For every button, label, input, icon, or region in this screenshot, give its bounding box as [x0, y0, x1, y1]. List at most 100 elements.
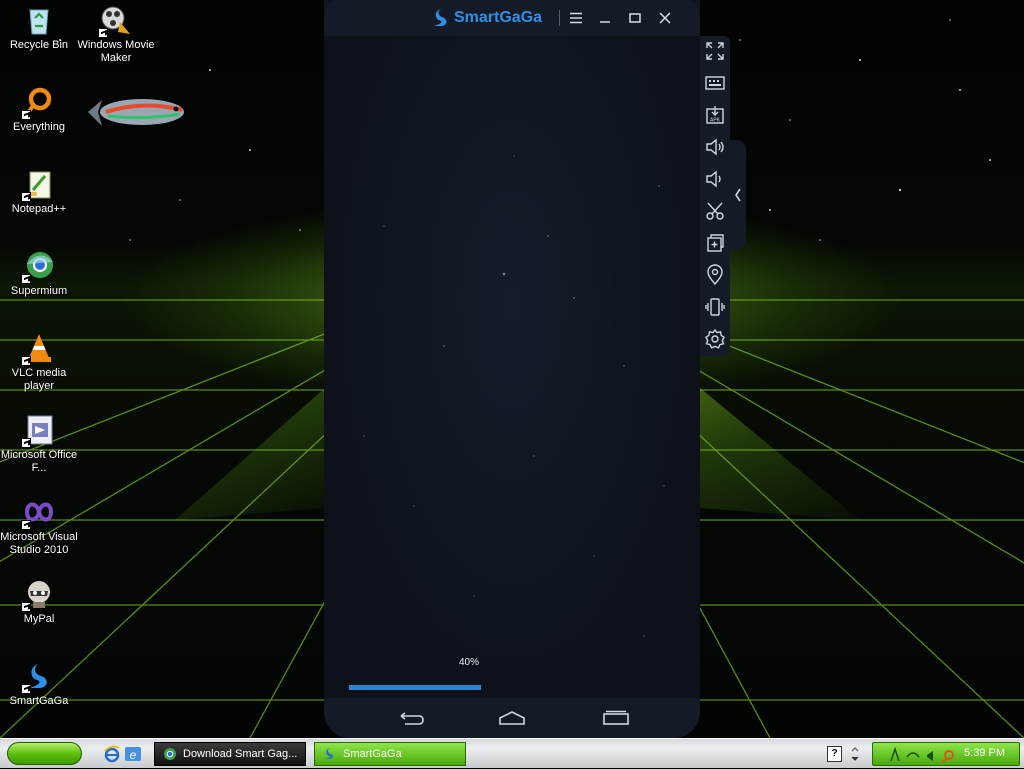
- emulator-logo: SmartGaGa: [432, 8, 542, 28]
- sidebar-collapse-tab[interactable]: [730, 140, 746, 250]
- desktop-icon-everything[interactable]: Everything: [0, 86, 78, 134]
- home-icon: [499, 711, 525, 725]
- office-document-icon: [21, 414, 55, 448]
- back-arrow-icon: [400, 712, 424, 725]
- android-navigation-bar: [324, 698, 700, 738]
- fullscreen-icon: [706, 42, 724, 60]
- keyboard-button[interactable]: [704, 72, 726, 94]
- taskbar-item-label: Download Smart Gag...: [183, 748, 298, 760]
- desktop-icon-microsoft-office[interactable]: Microsoft Office F...: [0, 414, 78, 475]
- gear-icon: [705, 328, 725, 349]
- recent-apps-icon: [603, 710, 629, 725]
- desktop-icon-mypal[interactable]: MyPal: [0, 578, 78, 626]
- svg-text:APK: APK: [710, 118, 721, 124]
- desktop-icon-windows-movie-maker[interactable]: Windows Movie Maker: [77, 4, 155, 65]
- emulator-title: SmartGaGa: [454, 9, 543, 26]
- desktop-icon-label: VLC media player: [11, 367, 67, 392]
- notepad-plus-plus-icon: [21, 168, 55, 202]
- install-apk-button[interactable]: APK: [704, 104, 726, 126]
- start-button[interactable]: [7, 742, 82, 765]
- mypal-raccoon-icon: [21, 578, 55, 612]
- fullscreen-button[interactable]: [704, 40, 726, 62]
- movie-maker-icon: [98, 4, 132, 38]
- smartgaga-logo-icon: [434, 9, 447, 26]
- recycle-bin-icon: [23, 4, 55, 36]
- shortcut-arrow-icon: [21, 438, 31, 448]
- browser-e-icon: e: [125, 747, 141, 762]
- system-tray: 5:39 PM: [872, 742, 1020, 766]
- emulator-titlebar[interactable]: SmartGaGa: [324, 0, 700, 36]
- system-clock[interactable]: 5:39 PM: [964, 747, 1005, 759]
- desktop-icon-smartgaga[interactable]: SmartGaGa: [0, 660, 78, 708]
- shake-button[interactable]: [704, 296, 726, 318]
- desktop-icon-label: Recycle Bin: [9, 39, 69, 51]
- home-button[interactable]: [497, 708, 527, 728]
- loading-progress-fill: [349, 685, 481, 690]
- settings-button[interactable]: [704, 328, 726, 350]
- titlebar-divider: [559, 10, 560, 26]
- loading-progress-bar: [349, 685, 679, 690]
- shortcut-arrow-icon: [98, 28, 108, 38]
- desktop-icon-vlc[interactable]: VLC media player: [0, 332, 78, 393]
- shortcut-arrow-icon: [21, 356, 31, 366]
- fish-image: [88, 99, 184, 126]
- desktop-icon-label: SmartGaGa: [9, 695, 69, 707]
- screenshot-button[interactable]: [704, 200, 726, 222]
- location-button[interactable]: [704, 264, 726, 286]
- shortcut-arrow-icon: [21, 684, 31, 694]
- help-icon[interactable]: ?: [827, 746, 842, 762]
- everything-search-icon: [21, 86, 55, 120]
- maximize-button[interactable]: [625, 8, 645, 28]
- shortcut-arrow-icon: [21, 274, 31, 284]
- hamburger-menu-icon: [570, 12, 582, 24]
- emulator-sidebar: APK: [700, 36, 730, 356]
- taskbar-item-label: SmartGaGa: [343, 748, 402, 760]
- maximize-icon: [629, 13, 641, 23]
- install-apk-icon: APK: [706, 106, 724, 124]
- smartgaga-swan-icon: [325, 748, 334, 759]
- internet-explorer-icon: [104, 745, 120, 763]
- scissors-icon: [706, 202, 724, 220]
- quicklaunch-ie-button[interactable]: [103, 745, 121, 763]
- desktop-icon-notepad-plus-plus[interactable]: Notepad++: [0, 168, 78, 216]
- boot-starfield: [363, 155, 665, 637]
- recent-apps-button[interactable]: [601, 708, 631, 728]
- desktop-icon-label: MyPal: [23, 613, 55, 625]
- minimize-button[interactable]: [595, 8, 615, 28]
- desktop-icon-label: Microsoft Visual Studio 2010: [0, 531, 78, 556]
- chevron-left-icon: [735, 188, 741, 202]
- close-button[interactable]: [655, 8, 675, 28]
- desktop-icon-label: Supermium: [10, 285, 68, 297]
- desktop-icon-supermium[interactable]: Supermium: [0, 250, 78, 298]
- visual-studio-infinity-icon: [21, 496, 55, 530]
- taskbar-item-smartgaga[interactable]: SmartGaGa: [314, 742, 466, 766]
- shortcut-arrow-icon: [21, 110, 31, 120]
- shortcut-arrow-icon: [21, 192, 31, 202]
- desktop-icon-label: Windows Movie Maker: [77, 39, 155, 64]
- taskbar: e Download Smart Gag... SmartGaGa ? 5:39…: [0, 738, 1024, 768]
- smartgaga-swan-icon: [21, 660, 55, 694]
- emulator-window: SmartGaGa 40%: [324, 0, 700, 738]
- close-icon: [659, 12, 671, 24]
- svg-text:e: e: [130, 748, 137, 762]
- multi-instance-icon: [707, 234, 724, 252]
- supermium-browser-icon: [21, 250, 55, 284]
- loading-progress-label: 40%: [459, 657, 480, 668]
- back-button[interactable]: [397, 708, 427, 728]
- volume-up-button[interactable]: [704, 136, 726, 158]
- desktop-icon-recycle-bin[interactable]: Recycle Bin: [0, 4, 78, 52]
- tray-expand-button[interactable]: [850, 744, 860, 764]
- volume-down-button[interactable]: [704, 168, 726, 190]
- minimize-icon: [600, 21, 610, 23]
- menu-button[interactable]: [566, 8, 586, 28]
- supermium-browser-icon: [164, 748, 176, 760]
- taskbar-item-browser[interactable]: Download Smart Gag...: [154, 742, 306, 766]
- quicklaunch-ie2-button[interactable]: e: [124, 745, 142, 763]
- android-boot-screen[interactable]: 40%: [324, 36, 700, 698]
- location-pin-icon: [707, 264, 723, 286]
- desktop-icon-label: Everything: [13, 121, 65, 133]
- desktop-icon-visual-studio[interactable]: Microsoft Visual Studio 2010: [0, 496, 78, 557]
- multi-instance-button[interactable]: [704, 232, 726, 254]
- shortcut-arrow-icon: [21, 520, 31, 530]
- desktop-icon-label: Notepad++: [11, 203, 67, 215]
